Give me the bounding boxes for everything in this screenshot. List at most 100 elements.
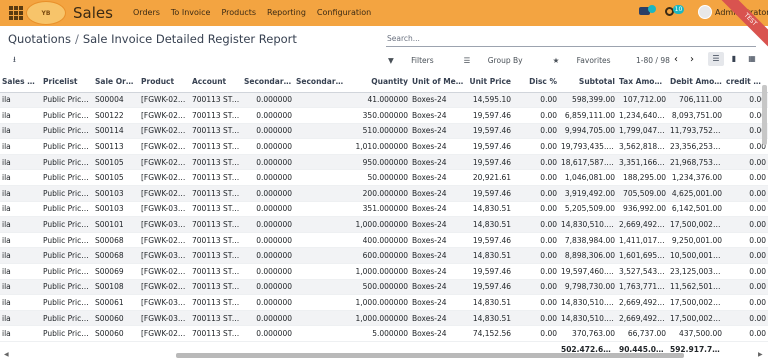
table-row[interactable]: ila Public Priceli... S00069 [FGWK-027] ...… bbox=[0, 263, 768, 280]
group-by-button[interactable]: ☰ Group By bbox=[464, 56, 538, 65]
table-cell: ila bbox=[0, 310, 41, 327]
table-cell: [FGWK-034] ... bbox=[139, 201, 190, 218]
pager-previous-icon[interactable]: ‹ bbox=[674, 54, 678, 65]
table-cell: 3,919,492.00 bbox=[559, 185, 617, 202]
column-header[interactable]: Sales Perso... bbox=[0, 72, 41, 93]
column-header[interactable]: Secondary Q... bbox=[242, 72, 294, 93]
apps-menu-icon[interactable] bbox=[9, 6, 23, 20]
table-cell: 706,111.00 bbox=[668, 92, 724, 109]
total-tax: 90,445,084.00 bbox=[617, 341, 668, 352]
table-cell: [FGWK-027] ... bbox=[139, 263, 190, 280]
top-navbar bbox=[0, 0, 768, 26]
table-row[interactable]: ila Public Priceli... S00105 [FGWK-021] ...… bbox=[0, 169, 768, 187]
column-header[interactable]: Sale Order bbox=[93, 72, 139, 93]
graph-view-icon[interactable]: ▮ bbox=[726, 52, 742, 66]
table-row[interactable]: ila Public Priceli... S00122 [FGWK-027] ...… bbox=[0, 107, 768, 124]
table-cell: 700113 STA... bbox=[190, 107, 242, 124]
menu-item-orders[interactable]: Orders bbox=[133, 8, 160, 17]
table-row[interactable]: ila Public Priceli... S00060 [FGWK-025] ...… bbox=[0, 325, 768, 342]
table-header-row: Sales Perso...PricelistSale OrderProduct… bbox=[0, 72, 768, 93]
vertical-scrollbar[interactable] bbox=[762, 85, 767, 145]
list-view-icon[interactable]: ☰ bbox=[708, 52, 724, 66]
table-cell: Boxes-24 bbox=[410, 325, 467, 342]
table-cell: 600.000000 bbox=[346, 247, 410, 265]
table-cell bbox=[294, 279, 346, 296]
table-row[interactable]: ila Public Priceli... S00060 [FGWK-034] ...… bbox=[0, 310, 768, 327]
table-cell: ila bbox=[0, 154, 41, 171]
column-header[interactable]: Unit Price bbox=[467, 72, 513, 93]
column-header[interactable]: Account bbox=[190, 72, 242, 93]
table-cell: 14,830,510.00 bbox=[559, 216, 617, 233]
horizontal-scrollbar[interactable] bbox=[176, 353, 684, 358]
app-name[interactable]: Sales bbox=[73, 4, 113, 22]
table-cell: 700113 STA... bbox=[190, 154, 242, 171]
table-cell: ila bbox=[0, 138, 41, 155]
search-input[interactable]: Search... bbox=[386, 34, 756, 47]
table-cell: 0.00 bbox=[513, 107, 559, 124]
table-cell: 200.000000 bbox=[346, 185, 410, 202]
table-cell: Public Priceli... bbox=[41, 92, 93, 109]
user-avatar[interactable] bbox=[698, 5, 712, 19]
table-cell bbox=[294, 232, 346, 249]
page-title: Sale Invoice Detailed Register Report bbox=[82, 32, 297, 46]
table-cell: 1,000.000000 bbox=[346, 294, 410, 311]
table-cell bbox=[294, 169, 346, 187]
table-cell: Boxes-24 bbox=[410, 247, 467, 265]
menu-item-to-invoice[interactable]: To Invoice bbox=[171, 8, 211, 17]
menu-item-products[interactable]: Products bbox=[221, 8, 256, 17]
table-row[interactable]: ila Public Priceli... S00108 [FGWK-027] ...… bbox=[0, 279, 768, 296]
column-header[interactable]: Debit Amoun... bbox=[668, 72, 724, 93]
table-row[interactable]: ila Public Priceli... S00114 [FGWK-027] ...… bbox=[0, 123, 768, 140]
scroll-left-icon[interactable]: ◀ bbox=[4, 351, 9, 358]
pager-next-icon[interactable]: › bbox=[690, 54, 694, 65]
menu-item-configuration[interactable]: Configuration bbox=[317, 8, 371, 17]
table-row[interactable]: ila Public Priceli... S00061 [FGWK-034] ...… bbox=[0, 294, 768, 311]
table-cell: ila bbox=[0, 263, 41, 280]
table-cell bbox=[294, 216, 346, 233]
table-row[interactable]: ila Public Priceli... S00113 [FGWK-027] ...… bbox=[0, 138, 768, 155]
table-row[interactable]: ila Public Priceli... S00103 [FGWK-034] ...… bbox=[0, 201, 768, 218]
scroll-right-icon[interactable]: ▶ bbox=[758, 351, 763, 358]
table-cell: 0.00 bbox=[724, 169, 768, 187]
download-icon[interactable]: ⭳ bbox=[13, 54, 16, 68]
column-header[interactable]: Unit of Meas... bbox=[410, 72, 467, 93]
menu-item-reporting[interactable]: Reporting bbox=[267, 8, 306, 17]
table-row[interactable]: ila Public Priceli... S00101 [FGWK-034] ...… bbox=[0, 216, 768, 233]
company-logo: YB bbox=[26, 1, 66, 25]
table-cell: 0.000000 bbox=[242, 123, 294, 140]
table-row[interactable]: ila Public Priceli... S00004 [FGWK-020] ...… bbox=[0, 92, 768, 109]
total-subtotal: 502,472,672.... bbox=[559, 341, 617, 352]
table-row[interactable]: ila Public Priceli... S00103 [FGWK-027] ...… bbox=[0, 185, 768, 202]
table-cell: 1,799,047.00 bbox=[617, 123, 668, 140]
table-row[interactable]: ila Public Priceli... S00068 [FGWK-034] ...… bbox=[0, 247, 768, 265]
column-header[interactable]: Disc % bbox=[513, 72, 559, 93]
table-cell: Boxes-24 bbox=[410, 154, 467, 171]
table-cell: Boxes-24 bbox=[410, 92, 467, 109]
table-cell: S00068 bbox=[93, 247, 139, 265]
table-cell: S00061 bbox=[93, 294, 139, 311]
table-cell: 19,597.46 bbox=[467, 107, 513, 124]
column-header[interactable]: Secondary U... bbox=[294, 72, 346, 93]
table-cell: Public Priceli... bbox=[41, 279, 93, 296]
layers-icon: ☰ bbox=[463, 56, 473, 65]
column-header[interactable]: Tax Amount bbox=[617, 72, 668, 93]
table-cell: 0.00 bbox=[724, 279, 768, 296]
table-cell: Boxes-24 bbox=[410, 216, 467, 233]
favorites-button[interactable]: ★ Favorites bbox=[553, 56, 626, 65]
table-cell: 700113 STA... bbox=[190, 201, 242, 218]
pager-value[interactable]: 1-80 / 98 bbox=[636, 56, 670, 65]
column-header[interactable]: Quantity bbox=[346, 72, 410, 93]
table-row[interactable]: ila Public Priceli... S00068 [FGWK-027] ...… bbox=[0, 232, 768, 249]
column-header[interactable]: Pricelist bbox=[41, 72, 93, 93]
table-cell: Public Priceli... bbox=[41, 154, 93, 171]
pivot-view-icon[interactable]: ▦ bbox=[744, 52, 760, 66]
table-row[interactable]: ila Public Priceli... S00105 [FGWK-027] ...… bbox=[0, 154, 768, 171]
filters-button[interactable]: ▼ Filters bbox=[388, 56, 449, 65]
column-header[interactable]: Product bbox=[139, 72, 190, 93]
table-cell: 351.000000 bbox=[346, 201, 410, 218]
table-cell: 17,500,002.00 bbox=[668, 294, 724, 311]
table-cell: 6,859,111.00 bbox=[559, 107, 617, 124]
breadcrumb-parent[interactable]: Quotations bbox=[8, 32, 71, 46]
column-header[interactable]: Subtotal bbox=[559, 72, 617, 93]
table-cell: 0.00 bbox=[513, 263, 559, 280]
